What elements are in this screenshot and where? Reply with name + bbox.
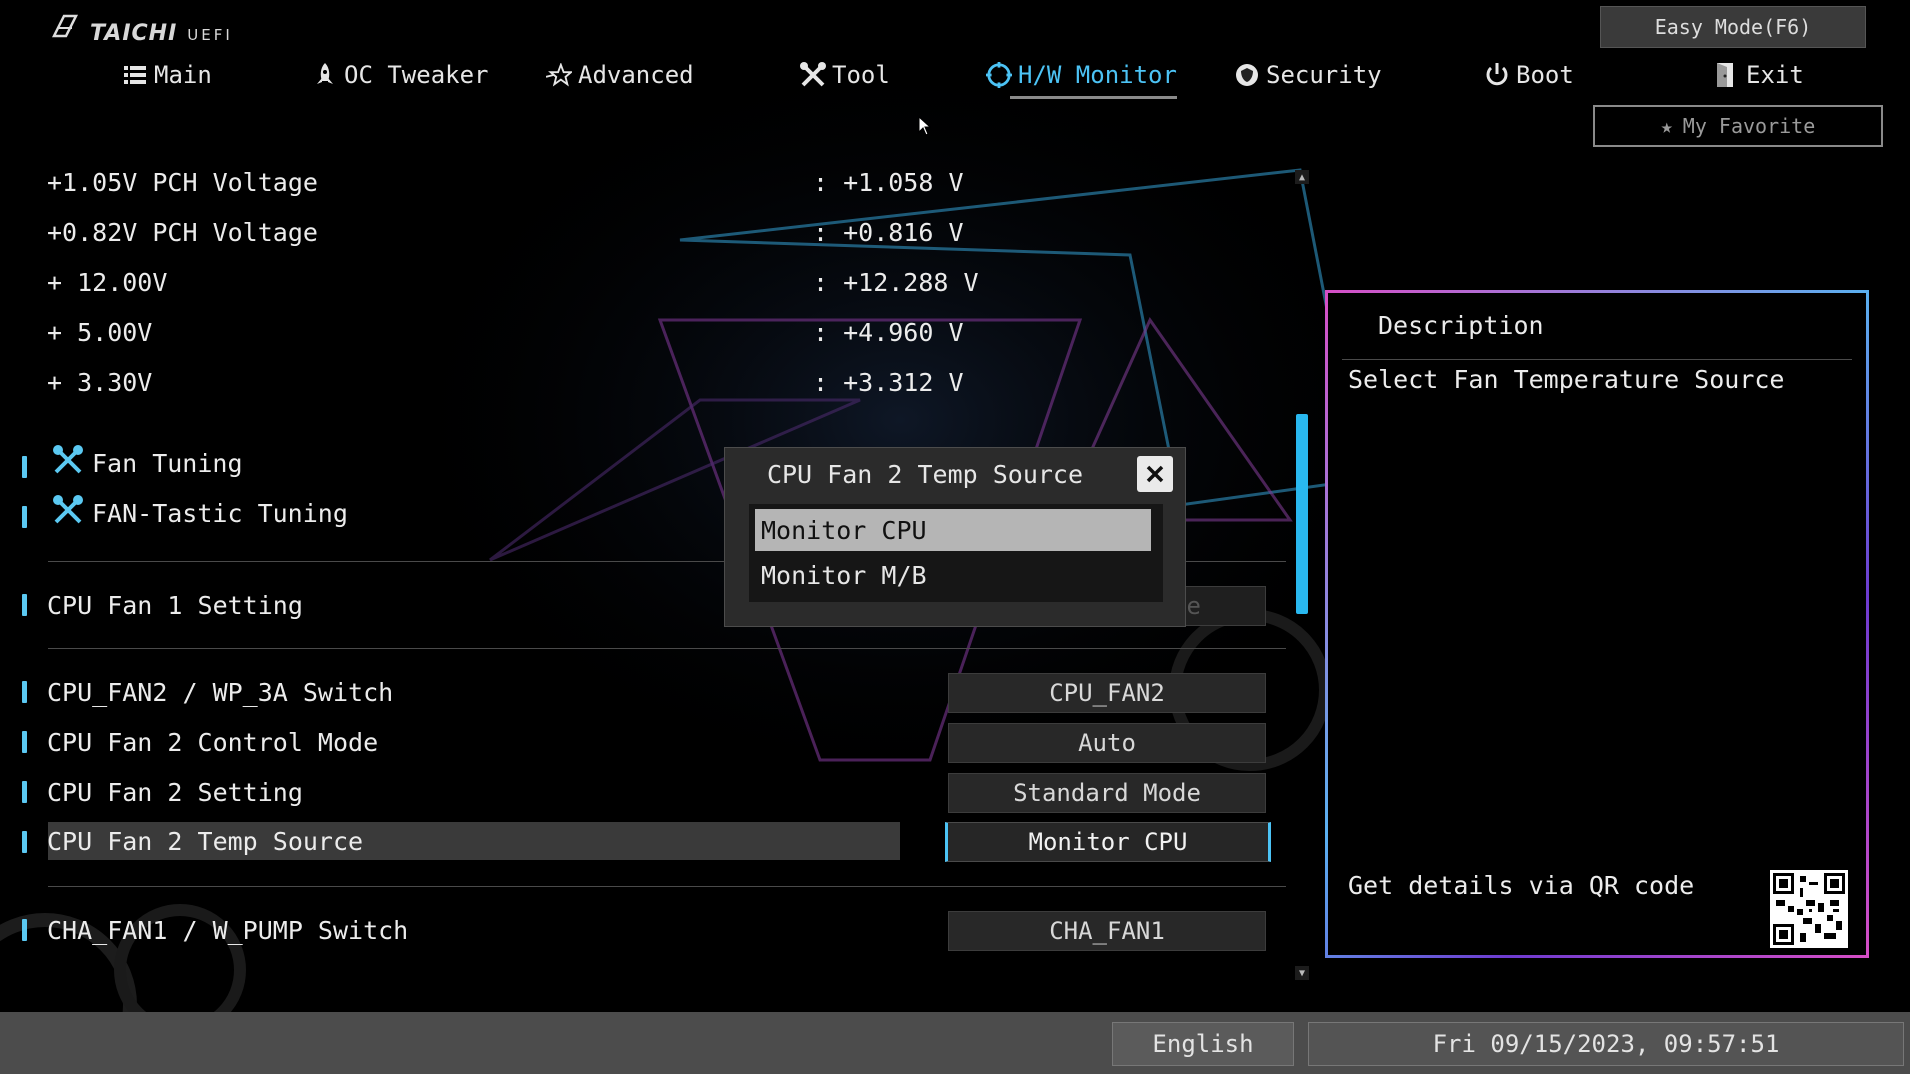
voltage-label: + 5.00V bbox=[47, 317, 153, 347]
tab-oc-tweaker-label: OC Tweaker bbox=[344, 61, 489, 89]
language-button[interactable]: English bbox=[1112, 1022, 1294, 1066]
scrollbar[interactable]: ▲ ▼ bbox=[1295, 170, 1309, 980]
datetime-display: Fri 09/15/2023, 09:57:51 bbox=[1308, 1022, 1904, 1066]
section-divider bbox=[48, 886, 1286, 887]
star-icon: ★ bbox=[1660, 114, 1673, 138]
row-marker bbox=[22, 919, 27, 941]
tab-oc-tweaker[interactable]: OC Tweaker bbox=[312, 55, 489, 95]
cpu-fan2-setting-value[interactable]: Standard Mode bbox=[948, 773, 1266, 813]
description-title: Description bbox=[1378, 311, 1544, 340]
tab-security-label: Security bbox=[1266, 61, 1382, 89]
tools-icon bbox=[800, 62, 826, 88]
cpu-fan1-setting-label[interactable]: CPU Fan 1 Setting bbox=[47, 586, 303, 624]
row-marker bbox=[22, 831, 27, 853]
temp-source-popup: CPU Fan 2 Temp Source Monitor CPU Monito… bbox=[724, 447, 1186, 627]
row-marker bbox=[22, 506, 27, 528]
fan-tastic-tuning-item[interactable]: FAN-Tastic Tuning bbox=[52, 494, 348, 532]
description-panel: Description Select Fan Temperature Sourc… bbox=[1325, 290, 1869, 958]
tab-tool-label: Tool bbox=[832, 61, 890, 89]
wrench-icon bbox=[52, 445, 84, 481]
cpu-fan2-setting-label[interactable]: CPU Fan 2 Setting bbox=[47, 773, 303, 811]
tab-advanced[interactable]: Advanced bbox=[546, 55, 694, 95]
voltage-label: + 3.30V bbox=[47, 367, 153, 397]
logo-mark-icon bbox=[51, 14, 79, 38]
rocket-icon bbox=[312, 62, 338, 88]
voltage-row: + 5.00V : +4.960 V bbox=[47, 313, 964, 351]
cpu-fan2-control-mode-value[interactable]: Auto bbox=[948, 723, 1266, 763]
voltage-row: + 3.30V : +3.312 V bbox=[47, 363, 964, 401]
voltage-label: +1.05V PCH Voltage bbox=[47, 167, 318, 197]
description-text: Select Fan Temperature Source bbox=[1348, 365, 1785, 394]
tab-tool[interactable]: Tool bbox=[800, 55, 890, 95]
popup-option-list: Monitor CPU Monitor M/B bbox=[749, 504, 1163, 602]
voltage-label: + 12.00V bbox=[47, 267, 168, 297]
tab-advanced-label: Advanced bbox=[578, 61, 694, 89]
tab-hw-monitor[interactable]: H/W Monitor bbox=[986, 55, 1177, 99]
fan-tuning-item[interactable]: Fan Tuning bbox=[52, 444, 243, 482]
brand-name: TAICHI bbox=[90, 21, 178, 46]
cha-fan1-switch-label[interactable]: CHA_FAN1 / W_PUMP Switch bbox=[47, 911, 408, 949]
voltage-value: : +1.058 V bbox=[813, 167, 964, 197]
voltage-row: + 12.00V : +12.288 V bbox=[47, 263, 979, 301]
scrollbar-thumb[interactable] bbox=[1296, 414, 1308, 614]
voltage-row: +1.05V PCH Voltage : +1.058 V bbox=[47, 163, 964, 201]
tab-exit-label: Exit bbox=[1746, 61, 1804, 89]
tab-main-label: Main bbox=[154, 61, 212, 89]
qr-code-icon bbox=[1770, 870, 1848, 948]
mouse-cursor-icon bbox=[918, 116, 932, 136]
voltage-value: : +3.312 V bbox=[813, 367, 964, 397]
option-monitor-mb[interactable]: Monitor M/B bbox=[755, 554, 1151, 596]
close-icon[interactable] bbox=[1137, 456, 1173, 492]
shield-icon bbox=[1234, 62, 1260, 88]
cpu-fan2-switch-label[interactable]: CPU_FAN2 / WP_3A Switch bbox=[47, 673, 393, 711]
cpu-fan2-control-mode-label[interactable]: CPU Fan 2 Control Mode bbox=[47, 723, 378, 761]
easy-mode-button[interactable]: Easy Mode(F6) bbox=[1600, 6, 1866, 48]
tab-boot[interactable]: Boot bbox=[1484, 55, 1574, 95]
row-marker bbox=[22, 456, 27, 478]
voltage-value: : +0.816 V bbox=[813, 217, 964, 247]
my-favorite-label: My Favorite bbox=[1682, 114, 1816, 138]
wrench-icon bbox=[52, 495, 84, 531]
list-icon bbox=[122, 62, 148, 88]
tab-main[interactable]: Main bbox=[122, 55, 212, 95]
taichi-logo: TAICHI UEFI bbox=[50, 14, 233, 46]
voltage-label: +0.82V PCH Voltage bbox=[47, 217, 318, 247]
voltage-row: +0.82V PCH Voltage : +0.816 V bbox=[47, 213, 964, 251]
tab-hw-monitor-label: H/W Monitor bbox=[1018, 61, 1177, 89]
exit-icon bbox=[1714, 62, 1740, 88]
tab-exit[interactable]: Exit bbox=[1714, 55, 1804, 95]
row-marker bbox=[22, 681, 27, 703]
monitor-icon bbox=[986, 62, 1012, 88]
cpu-fan2-temp-source-label[interactable]: CPU Fan 2 Temp Source bbox=[47, 822, 363, 860]
fan-tuning-label: Fan Tuning bbox=[92, 448, 243, 478]
option-monitor-cpu[interactable]: Monitor CPU bbox=[755, 509, 1151, 551]
description-divider bbox=[1342, 359, 1852, 360]
voltage-value: : +4.960 V bbox=[813, 317, 964, 347]
main-tab-bar: Main OC Tweaker Advanced Tool H/W Monito… bbox=[0, 55, 1910, 105]
star-icon bbox=[546, 62, 572, 88]
row-marker bbox=[22, 731, 27, 753]
cha-fan1-switch-value[interactable]: CHA_FAN1 bbox=[948, 911, 1266, 951]
voltage-value: : +12.288 V bbox=[813, 267, 979, 297]
qr-code-hint: Get details via QR code bbox=[1348, 871, 1695, 900]
scroll-down-arrow-icon[interactable]: ▼ bbox=[1295, 966, 1309, 980]
row-marker bbox=[22, 594, 27, 616]
power-icon bbox=[1484, 62, 1510, 88]
cpu-fan2-temp-source-value[interactable]: Monitor CPU bbox=[945, 822, 1271, 862]
uefi-label: UEFI bbox=[187, 26, 233, 44]
scroll-up-arrow-icon[interactable]: ▲ bbox=[1295, 170, 1309, 184]
my-favorite-button[interactable]: ★ My Favorite bbox=[1593, 105, 1883, 147]
section-divider bbox=[48, 648, 1286, 649]
tab-boot-label: Boot bbox=[1516, 61, 1574, 89]
row-marker bbox=[22, 781, 27, 803]
tab-security[interactable]: Security bbox=[1234, 55, 1382, 95]
cpu-fan2-switch-value[interactable]: CPU_FAN2 bbox=[948, 673, 1266, 713]
fan-tastic-tuning-label: FAN-Tastic Tuning bbox=[92, 498, 348, 528]
popup-title: CPU Fan 2 Temp Source bbox=[766, 460, 1084, 489]
footer-bar: English Fri 09/15/2023, 09:57:51 bbox=[0, 1012, 1910, 1074]
